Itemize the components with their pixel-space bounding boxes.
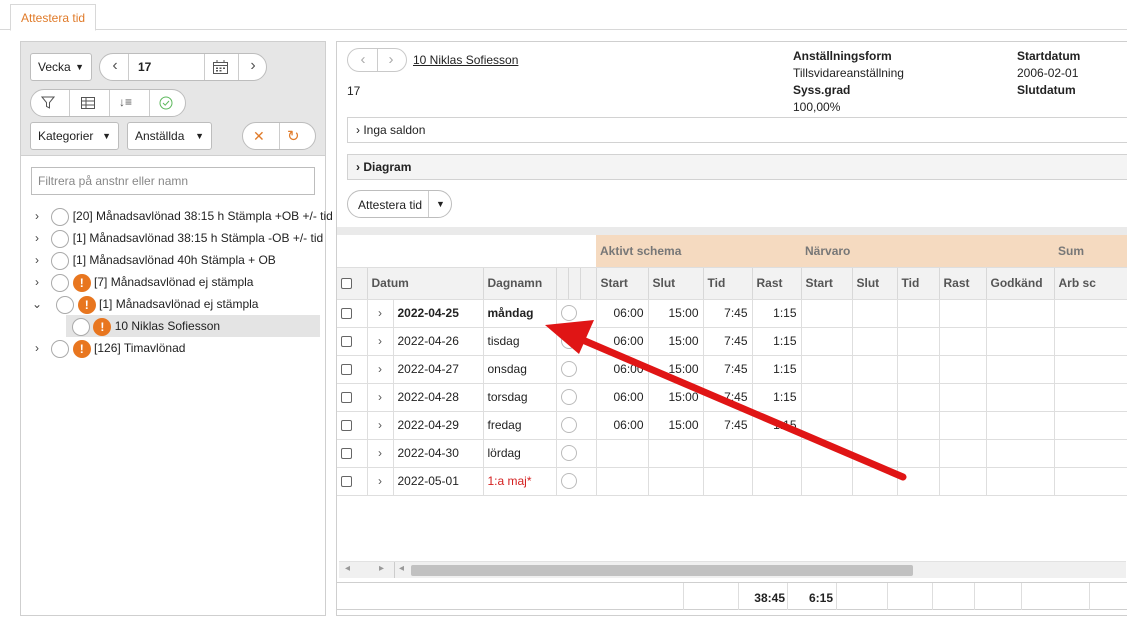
annotation-arrow <box>545 320 907 481</box>
